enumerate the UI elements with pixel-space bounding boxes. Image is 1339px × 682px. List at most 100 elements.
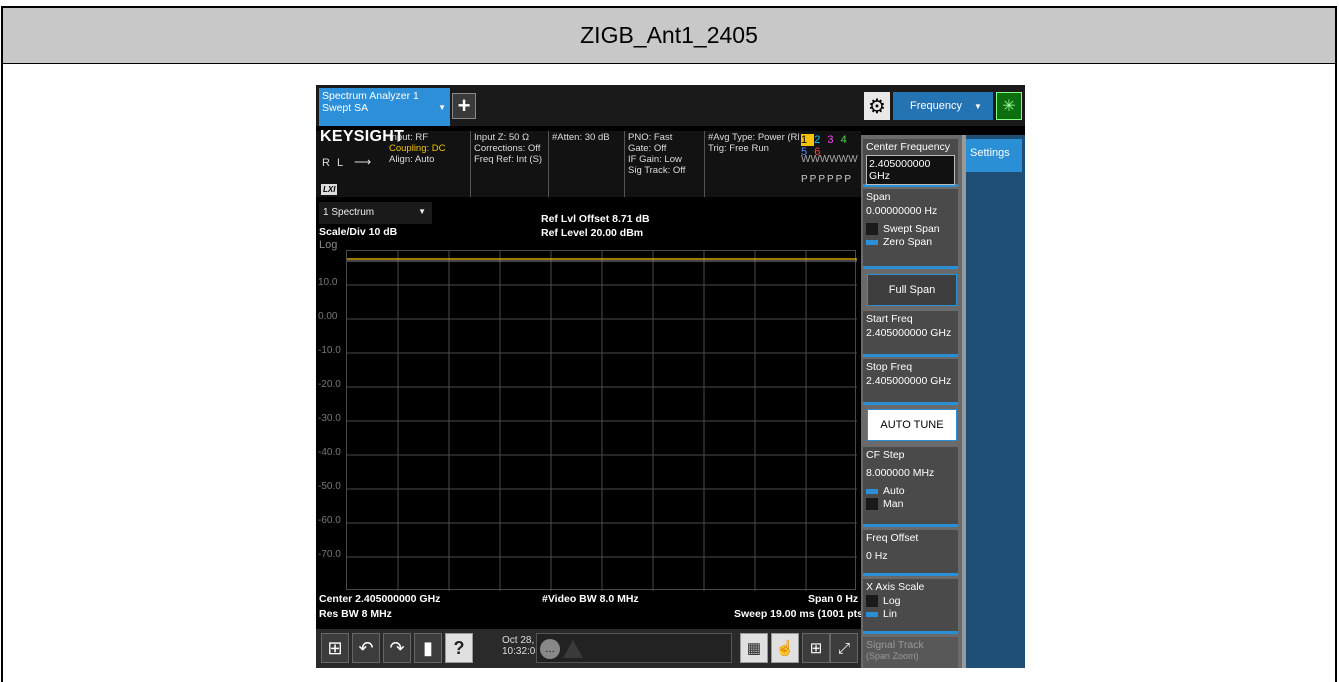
span-label[interactable]: Span 0 Hz xyxy=(808,593,858,605)
app-tab-line1: Spectrum Analyzer 1 xyxy=(322,90,419,102)
video-bw-label[interactable]: #Video BW 8.0 MHz xyxy=(542,593,639,605)
cf-step-value[interactable]: 8.000000 MHz xyxy=(866,467,955,479)
y-tick-label: 0.00 xyxy=(318,311,338,322)
cf-step-label: CF Step xyxy=(866,449,905,461)
touch-button[interactable]: ☝ xyxy=(771,633,799,663)
expand-icon: ⤢ xyxy=(837,639,850,657)
avg-cell[interactable]: #Avg Type: Power (RMS) Trig: Free Run xyxy=(704,131,799,197)
trace-indicator[interactable]: 1 2 3 4 5 6 WWWWWW PPPPPP xyxy=(799,131,861,197)
signal-track-sub: (Span Zoom) xyxy=(866,651,919,661)
frequency-menu-button[interactable]: Frequency ▼ xyxy=(893,92,993,120)
center-frequency-key[interactable]: Center Frequency 2.405000000 GHz xyxy=(863,139,958,187)
x-axis-scale-label: X Axis Scale xyxy=(866,581,925,593)
y-tick-label: -50.0 xyxy=(318,481,341,492)
y-tick-label: -30.0 xyxy=(318,413,341,424)
document-frame: ZIGB_Ant1_2405 Spectrum Analyzer 1 Swept… xyxy=(1,6,1337,682)
swept-span-label: Swept Span xyxy=(883,223,940,235)
cf-auto-option[interactable]: Auto xyxy=(866,485,955,497)
stop-freq-label: Stop Freq xyxy=(866,361,913,373)
top-bar: Spectrum Analyzer 1 Swept SA ▼ + ⚙ Frequ… xyxy=(316,85,1025,126)
zoom-window-button[interactable]: ⊞ xyxy=(802,633,830,663)
stop-freq-key[interactable]: Stop Freq 2.405000000 GHz xyxy=(863,359,958,405)
y-tick-label: 10.0 xyxy=(318,277,338,288)
input-cell[interactable]: Input: RF Coupling: DC Align: Auto xyxy=(386,131,470,197)
if-gain: IF Gain: Low xyxy=(628,154,682,165)
x-axis-scale-key[interactable]: X Axis Scale Log Lin xyxy=(863,579,958,634)
sweep-label[interactable]: Sweep 19.00 ms (1001 pts) xyxy=(734,608,867,620)
auto-tune-button[interactable]: AUTO TUNE xyxy=(867,409,957,441)
window-select[interactable]: 1 Spectrum ▼ xyxy=(319,202,432,224)
swept-span-option[interactable]: Swept Span xyxy=(866,223,955,235)
fullscreen-button[interactable]: ⤢ xyxy=(830,633,858,663)
settings-gear-button[interactable]: ⚙ xyxy=(864,92,890,120)
signal-track-key[interactable]: Signal Track (Span Zoom) xyxy=(863,637,958,668)
res-bw-label[interactable]: Res BW 8 MHz xyxy=(319,608,392,620)
trace-number-1: 1 xyxy=(801,134,815,146)
full-span-button[interactable]: Full Span xyxy=(867,274,957,306)
redo-icon: ↷ xyxy=(389,637,405,658)
atten-cell[interactable]: #Atten: 30 dB xyxy=(548,131,624,197)
chevron-down-icon: ▼ xyxy=(438,103,446,112)
help-icon: ? xyxy=(453,637,465,658)
span-key[interactable]: Span 0.00000000 Hz Swept Span Zero Span xyxy=(863,189,958,269)
pno-cell[interactable]: PNO: Fast Gate: Off IF Gain: Low Sig Tra… xyxy=(624,131,704,197)
radio-off xyxy=(866,595,878,607)
y-tick-label: -20.0 xyxy=(318,379,341,390)
freq-offset-value[interactable]: 0 Hz xyxy=(866,550,955,562)
impedance-cell[interactable]: Input Z: 50 Ω Corrections: Off Freq Ref:… xyxy=(470,131,548,197)
chevron-down-icon: ▼ xyxy=(974,101,982,111)
multi-screen-button[interactable]: ▦ xyxy=(740,633,768,663)
cf-man-label: Man xyxy=(883,498,904,510)
file-button[interactable]: ▮ xyxy=(414,633,442,663)
align-auto: Align: Auto xyxy=(389,154,435,165)
freq-offset-label: Freq Offset xyxy=(866,532,919,544)
ref-level-label[interactable]: Ref Level 20.00 dBm xyxy=(541,227,643,239)
radio-off xyxy=(866,498,878,510)
zero-span-option[interactable]: Zero Span xyxy=(866,236,955,248)
start-freq-key[interactable]: Start Freq 2.405000000 GHz xyxy=(863,311,958,357)
cf-step-key[interactable]: CF Step 8.000000 MHz Auto Man xyxy=(863,447,958,527)
center-frequency-value[interactable]: 2.405000000 GHz xyxy=(866,155,955,185)
freq-offset-key[interactable]: Freq Offset 0 Hz xyxy=(863,530,958,576)
message-area[interactable]: … xyxy=(536,633,732,663)
undo-button[interactable]: ↶ xyxy=(352,633,380,663)
ref-offset-label[interactable]: Ref Lvl Offset 8.71 dB xyxy=(541,213,650,225)
x-lin-option[interactable]: Lin xyxy=(866,608,955,620)
app-tab-spectrum-analyzer[interactable]: Spectrum Analyzer 1 Swept SA ▼ xyxy=(319,88,450,126)
corrections: Corrections: Off xyxy=(474,143,541,154)
gear-icon: ⚙ xyxy=(868,95,886,118)
redo-button[interactable]: ↷ xyxy=(383,633,411,663)
span-value[interactable]: 0.00000000 Hz xyxy=(866,205,955,217)
side-tab-strip xyxy=(966,135,1025,668)
tab-settings[interactable]: Settings xyxy=(966,139,1022,172)
trig-free-run: Trig: Free Run xyxy=(708,143,769,154)
zero-span-label: Zero Span xyxy=(883,236,933,248)
trace-types: WWWWWW xyxy=(801,154,858,165)
windows-icon: ⊞ xyxy=(327,637,343,658)
input-arrow-icon: ⟶ xyxy=(354,155,372,169)
x-log-label: Log xyxy=(883,595,901,607)
undo-icon: ↶ xyxy=(358,637,374,658)
start-freq-value[interactable]: 2.405000000 GHz xyxy=(866,327,955,339)
file-icon: ▮ xyxy=(423,637,433,658)
spectrum-graticule[interactable] xyxy=(346,250,857,591)
x-log-option[interactable]: Log xyxy=(866,595,955,607)
busy-indicator[interactable]: ✳ xyxy=(996,92,1022,120)
add-screen-button[interactable]: + xyxy=(452,93,476,119)
radio-on xyxy=(866,489,878,494)
page-title: ZIGB_Ant1_2405 xyxy=(3,8,1335,64)
center-freq-label[interactable]: Center 2.405000000 GHz xyxy=(319,593,440,605)
sig-track: Sig Track: Off xyxy=(628,165,686,176)
radio-on xyxy=(866,240,878,245)
frequency-menu-label: Frequency xyxy=(910,100,963,112)
y-tick-label: -70.0 xyxy=(318,549,341,560)
atten-value: #Atten: 30 dB xyxy=(552,132,610,143)
stop-freq-value[interactable]: 2.405000000 GHz xyxy=(866,375,955,387)
help-button[interactable]: ? xyxy=(445,633,473,663)
signal-track-label: Signal Track xyxy=(866,639,924,651)
window-select-label: 1 Spectrum xyxy=(323,207,375,218)
cf-man-option[interactable]: Man xyxy=(866,498,955,510)
y-tick-label: -10.0 xyxy=(318,345,341,356)
radio-off xyxy=(866,223,878,235)
windows-button[interactable]: ⊞ xyxy=(321,633,349,663)
